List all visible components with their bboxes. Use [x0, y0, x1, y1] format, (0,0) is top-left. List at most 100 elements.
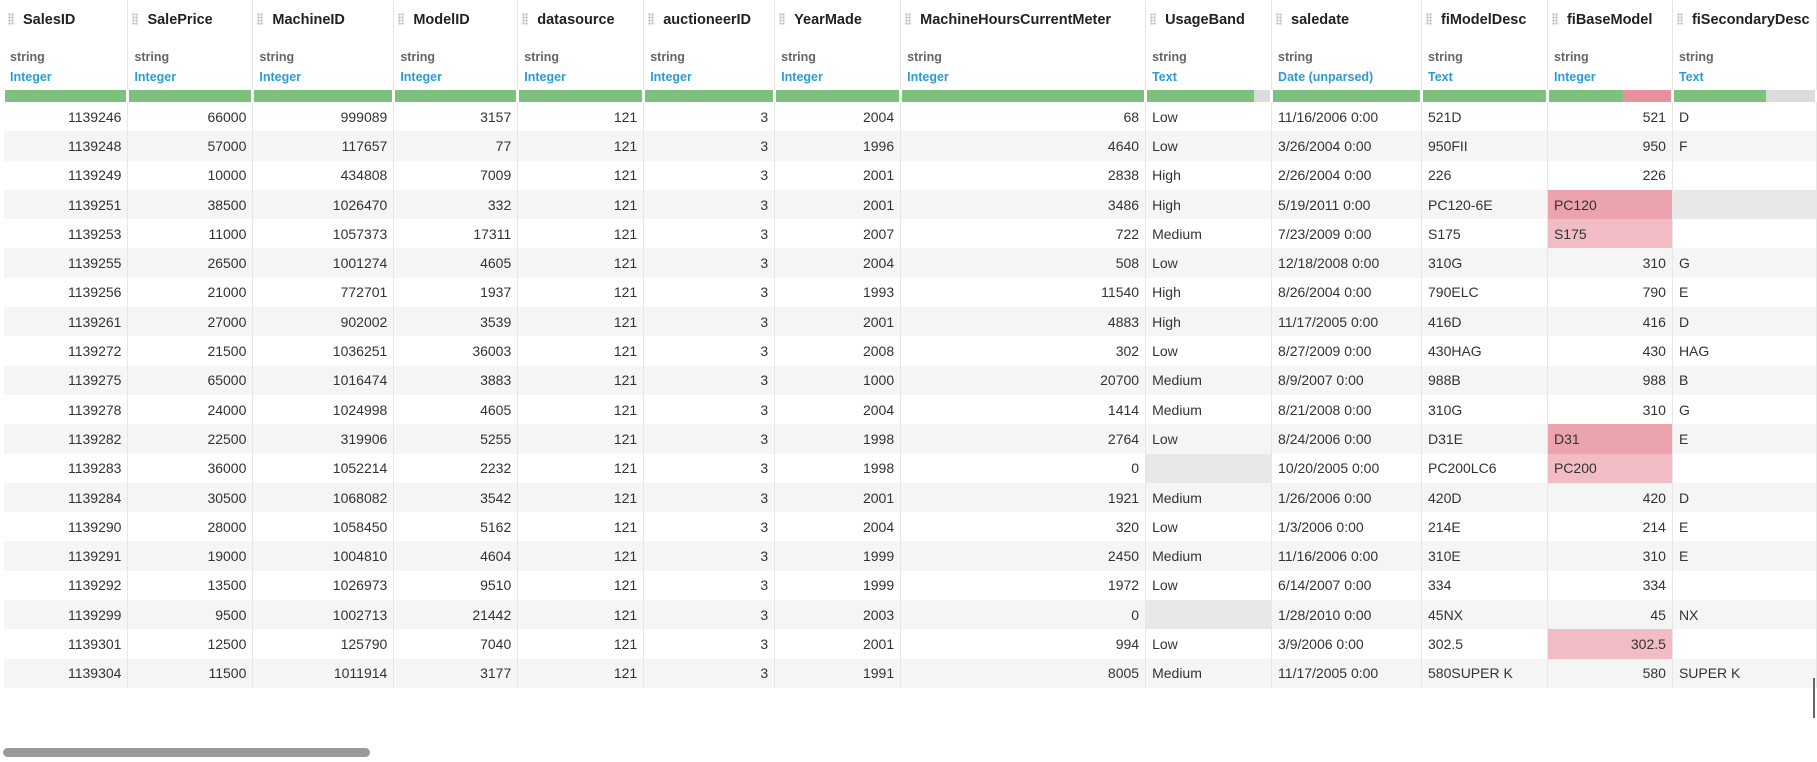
table-cell[interactable]: 1000: [774, 365, 902, 395]
table-cell[interactable]: D: [1672, 307, 1817, 337]
table-cell[interactable]: 10/20/2005 0:00: [1271, 453, 1422, 483]
table-cell[interactable]: 416D: [1421, 307, 1548, 337]
table-cell[interactable]: Medium: [1145, 365, 1273, 395]
table-cell[interactable]: G: [1672, 394, 1817, 425]
table-cell[interactable]: 3486: [900, 189, 1147, 220]
table-cell[interactable]: 226: [1421, 160, 1548, 190]
table-cell[interactable]: High: [1145, 307, 1273, 337]
table-cell[interactable]: 2004: [774, 512, 902, 542]
table-row[interactable]: 1139255 26500 1001274 4605 121 3 2004 508 Low 12/…: [4, 248, 1817, 278]
table-cell[interactable]: 1139284: [4, 482, 129, 513]
table-cell[interactable]: [1672, 570, 1817, 601]
table-cell[interactable]: 121: [517, 394, 645, 425]
table-cell[interactable]: 36000: [127, 453, 254, 483]
table-cell[interactable]: 2764: [900, 424, 1147, 454]
column-quality-bar[interactable]: [252, 90, 395, 102]
table-cell[interactable]: 1139278: [4, 394, 129, 425]
table-cell[interactable]: 1139251: [4, 189, 129, 220]
table-row[interactable]: 1139282 22500 319906 5255 121 3 1998 2764 Low 8/2…: [4, 424, 1817, 454]
column-quality-bar[interactable]: [900, 90, 1147, 102]
table-cell[interactable]: 10000: [127, 160, 254, 190]
table-cell[interactable]: D31: [1547, 424, 1673, 454]
table-cell[interactable]: 8/27/2009 0:00: [1271, 336, 1422, 366]
table-cell[interactable]: 1002713: [252, 600, 395, 630]
column-header[interactable]: datasource: [517, 0, 645, 40]
table-cell[interactable]: 2232: [393, 453, 519, 483]
table-cell[interactable]: 1139282: [4, 424, 129, 454]
column-header[interactable]: MachineHoursCurrentMeter: [900, 0, 1147, 40]
table-cell[interactable]: E: [1672, 277, 1817, 308]
table-cell[interactable]: PC120: [1547, 189, 1673, 220]
table-row[interactable]: 1139290 28000 1058450 5162 121 3 2004 320 Low 1/3…: [4, 512, 1817, 542]
table-cell[interactable]: 68: [900, 102, 1147, 132]
drag-handle-icon[interactable]: [1676, 13, 1683, 25]
table-row[interactable]: 1139253 11000 1057373 17311 121 3 2007 722 Mediu…: [4, 219, 1817, 249]
table-cell[interactable]: Medium: [1145, 482, 1273, 513]
table-cell[interactable]: 2001: [774, 629, 902, 659]
table-cell[interactable]: 1057373: [252, 219, 395, 249]
table-cell[interactable]: 902002: [252, 307, 395, 337]
table-cell[interactable]: D: [1672, 482, 1817, 513]
table-cell[interactable]: Low: [1145, 512, 1273, 542]
table-cell[interactable]: 121: [517, 307, 645, 337]
table-cell[interactable]: 1921: [900, 482, 1147, 513]
table-row[interactable]: 1139248 57000 117657 77 121 3 1996 4640 Low 3/26/…: [4, 131, 1817, 161]
table-cell[interactable]: 5/19/2011 0:00: [1271, 189, 1422, 220]
table-cell[interactable]: 3542: [393, 482, 519, 513]
column-quality-bar[interactable]: [1145, 90, 1273, 102]
table-cell[interactable]: 1972: [900, 570, 1147, 601]
table-row[interactable]: 1139272 21500 1036251 36003 121 3 2008 302 Low 8/…: [4, 336, 1817, 366]
drag-handle-icon[interactable]: [1276, 13, 1283, 25]
meaning-type-link[interactable]: Integer: [1554, 67, 1671, 87]
table-cell[interactable]: 3/26/2004 0:00: [1271, 131, 1422, 161]
table-cell[interactable]: [1145, 453, 1273, 483]
drag-handle-icon[interactable]: [132, 13, 139, 25]
table-cell[interactable]: 3: [643, 189, 776, 220]
table-cell[interactable]: G: [1672, 248, 1817, 278]
table-cell[interactable]: 13500: [127, 570, 254, 601]
table-cell[interactable]: 2004: [774, 394, 902, 425]
table-cell[interactable]: 3539: [393, 307, 519, 337]
table-cell[interactable]: 988: [1547, 365, 1673, 395]
column-header[interactable]: SalePrice: [127, 0, 254, 40]
table-cell[interactable]: 1/3/2006 0:00: [1271, 512, 1422, 542]
table-cell[interactable]: 121: [517, 365, 645, 395]
table-cell[interactable]: Low: [1145, 629, 1273, 659]
table-cell[interactable]: 214: [1547, 512, 1673, 542]
table-cell[interactable]: [1672, 219, 1817, 249]
table-cell[interactable]: 3883: [393, 365, 519, 395]
meaning-type-link[interactable]: Integer: [134, 67, 251, 87]
table-cell[interactable]: 11/17/2005 0:00: [1271, 307, 1422, 337]
column-quality-bar[interactable]: [643, 90, 776, 102]
meaning-type-link[interactable]: Integer: [10, 67, 127, 87]
table-cell[interactable]: 508: [900, 248, 1147, 278]
table-cell[interactable]: 9500: [127, 600, 254, 630]
table-cell[interactable]: 12500: [127, 629, 254, 659]
table-cell[interactable]: 121: [517, 277, 645, 308]
column-quality-bar[interactable]: [1271, 90, 1422, 102]
table-cell[interactable]: Low: [1145, 248, 1273, 278]
table-cell[interactable]: 6/14/2007 0:00: [1271, 570, 1422, 601]
table-cell[interactable]: 121: [517, 248, 645, 278]
table-cell[interactable]: F: [1672, 131, 1817, 161]
table-cell[interactable]: Medium: [1145, 394, 1273, 425]
table-cell[interactable]: 121: [517, 131, 645, 161]
table-cell[interactable]: 1/26/2006 0:00: [1271, 482, 1422, 513]
table-cell[interactable]: 3/9/2006 0:00: [1271, 629, 1422, 659]
table-cell[interactable]: 121: [517, 336, 645, 366]
table-cell[interactable]: 11540: [900, 277, 1147, 308]
table-cell[interactable]: 332: [393, 189, 519, 220]
table-row[interactable]: 1139304 11500 1011914 3177 121 3 1991 8005 Mediu…: [4, 658, 1817, 688]
table-cell[interactable]: 1139301: [4, 629, 129, 659]
table-row[interactable]: 1139299 9500 1002713 21442 121 3 2003 0 1/28/201…: [4, 600, 1817, 630]
table-row[interactable]: 1139256 21000 772701 1937 121 3 1993 11540 High 8…: [4, 277, 1817, 308]
meaning-type-link[interactable]: Integer: [650, 67, 773, 87]
meaning-type-link[interactable]: Integer: [781, 67, 899, 87]
table-cell[interactable]: 28000: [127, 512, 254, 542]
column-quality-bar[interactable]: [4, 90, 129, 102]
table-cell[interactable]: 302.5: [1547, 629, 1673, 659]
table-cell[interactable]: 988B: [1421, 365, 1548, 395]
table-row[interactable]: 1139284 30500 1068082 3542 121 3 2001 1921 Mediu…: [4, 482, 1817, 513]
table-cell[interactable]: D31E: [1421, 424, 1548, 454]
table-cell[interactable]: 1139290: [4, 512, 129, 542]
